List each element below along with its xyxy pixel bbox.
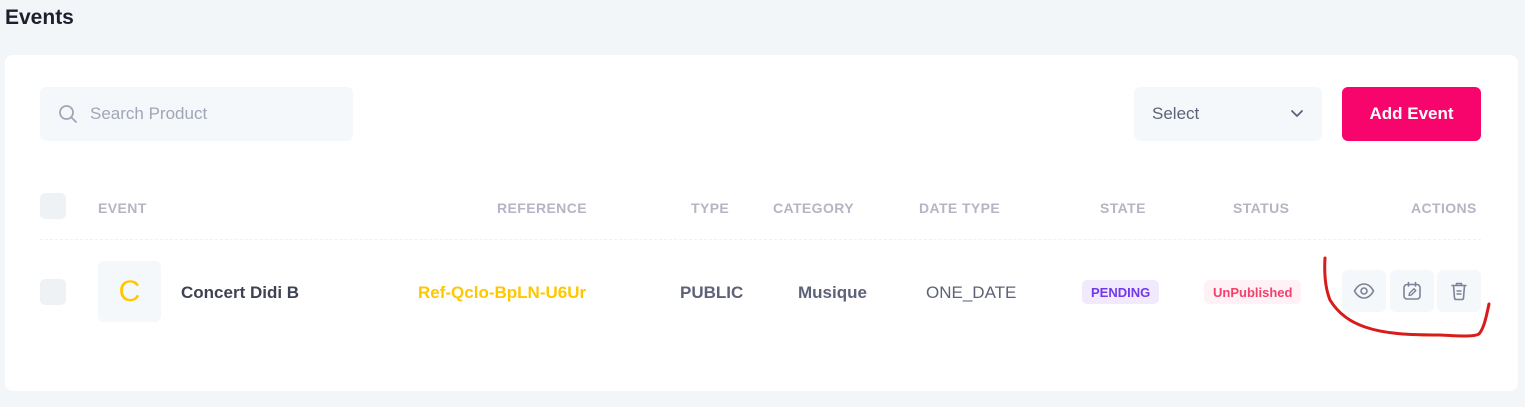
column-header-reference[interactable]: REFERENCE [497,200,587,216]
search-icon [59,105,77,123]
event-category: Musique [798,283,867,302]
events-card: Select Add Event EVENT REFERENCE TYPE CA… [5,55,1518,391]
column-header-category[interactable]: CATEGORY [773,200,854,216]
event-date-type: ONE_DATE [926,283,1017,302]
chevron-down-icon [1291,110,1303,117]
status-badge: UnPublished [1204,280,1302,304]
event-name[interactable]: Concert Didi B [181,283,299,303]
event-avatar: C [98,261,161,322]
event-type: PUBLIC [680,283,744,302]
page-title: Events [5,6,74,29]
edit-button[interactable] [1390,270,1434,312]
select-label: Select [1152,104,1200,123]
column-header-state[interactable]: STATE [1100,200,1146,216]
event-reference: Ref-Qclo-BpLN-U6Ur [418,283,587,302]
add-event-button[interactable]: Add Event [1342,87,1481,141]
search-box[interactable] [40,87,353,141]
filter-select[interactable]: Select [1134,87,1322,141]
column-header-date-type[interactable]: DATE TYPE [919,200,1000,216]
row-checkbox[interactable] [40,279,66,305]
view-button[interactable] [1342,270,1386,312]
column-header-status[interactable]: STATUS [1233,200,1289,216]
column-header-type[interactable]: TYPE [691,200,729,216]
eye-icon [1353,283,1375,299]
search-input[interactable] [90,104,330,124]
header-divider [40,239,1481,240]
select-all-checkbox[interactable] [40,193,66,219]
trash-icon [1451,282,1467,301]
delete-button[interactable] [1437,270,1481,312]
state-badge: PENDING [1082,280,1160,304]
column-header-actions: ACTIONS [1411,200,1477,216]
calendar-edit-icon [1403,281,1421,300]
column-header-event[interactable]: EVENT [98,200,147,216]
